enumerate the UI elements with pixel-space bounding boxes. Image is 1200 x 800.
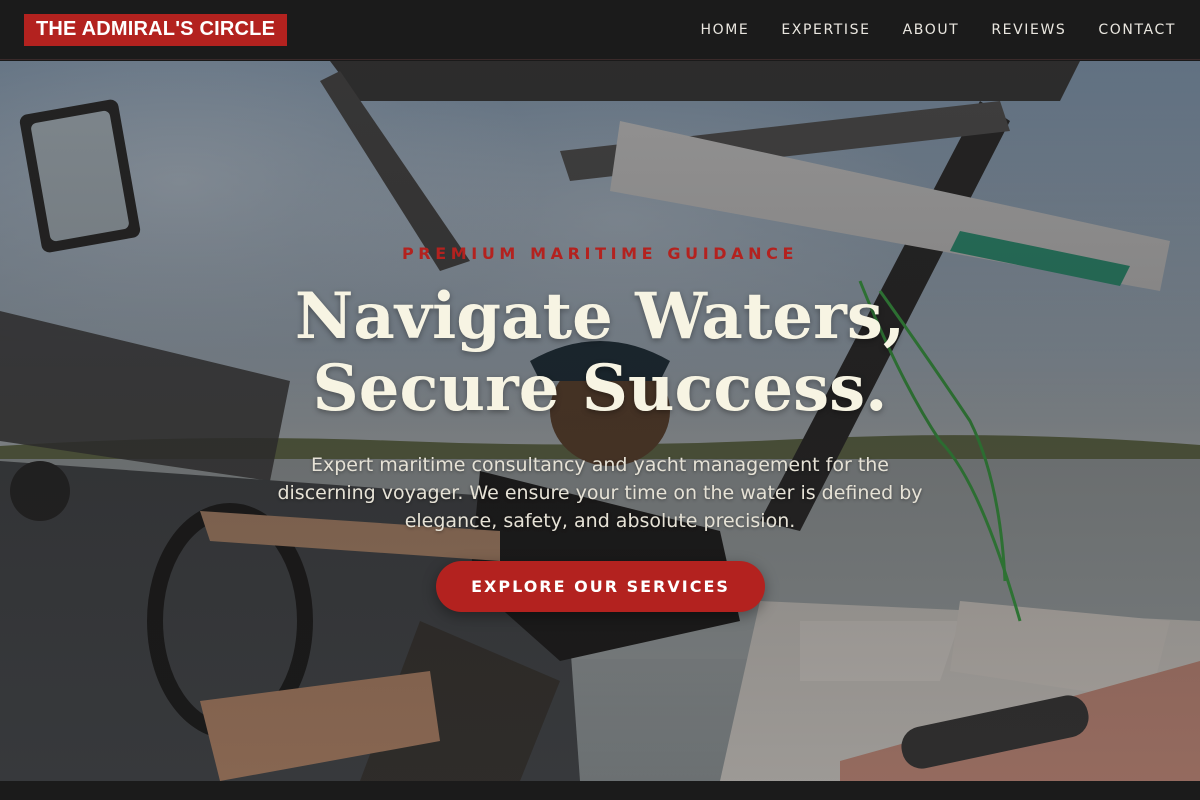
nav-about-link[interactable]: ABOUT bbox=[903, 22, 960, 38]
nav-reviews-link[interactable]: REVIEWS bbox=[991, 22, 1066, 38]
hero-eyebrow: PREMIUM MARITIME GUIDANCE bbox=[401, 244, 798, 263]
hero-content: PREMIUM MARITIME GUIDANCE Navigate Water… bbox=[0, 61, 1200, 781]
hero-section: PREMIUM MARITIME GUIDANCE Navigate Water… bbox=[0, 61, 1200, 781]
next-section-edge bbox=[0, 781, 1200, 800]
explore-services-button[interactable]: EXPLORE OUR SERVICES bbox=[436, 561, 765, 612]
site-header: THE ADMIRAL'S CIRCLE HOME EXPERTISE ABOU… bbox=[0, 0, 1200, 60]
nav-contact-link[interactable]: CONTACT bbox=[1098, 22, 1176, 38]
hero-headline-line1: Navigate Waters, bbox=[294, 279, 906, 354]
main-nav: HOME EXPERTISE ABOUT REVIEWS CONTACT bbox=[700, 22, 1176, 38]
site-logo[interactable]: THE ADMIRAL'S CIRCLE bbox=[24, 13, 288, 46]
hero-headline-line2: Secure Success. bbox=[312, 351, 888, 426]
nav-home-link[interactable]: HOME bbox=[700, 22, 749, 38]
nav-expertise-link[interactable]: EXPERTISE bbox=[781, 22, 870, 38]
hero-headline: Navigate Waters, Secure Success. bbox=[0, 281, 1200, 425]
hero-description: Expert maritime consultancy and yacht ma… bbox=[277, 454, 923, 532]
